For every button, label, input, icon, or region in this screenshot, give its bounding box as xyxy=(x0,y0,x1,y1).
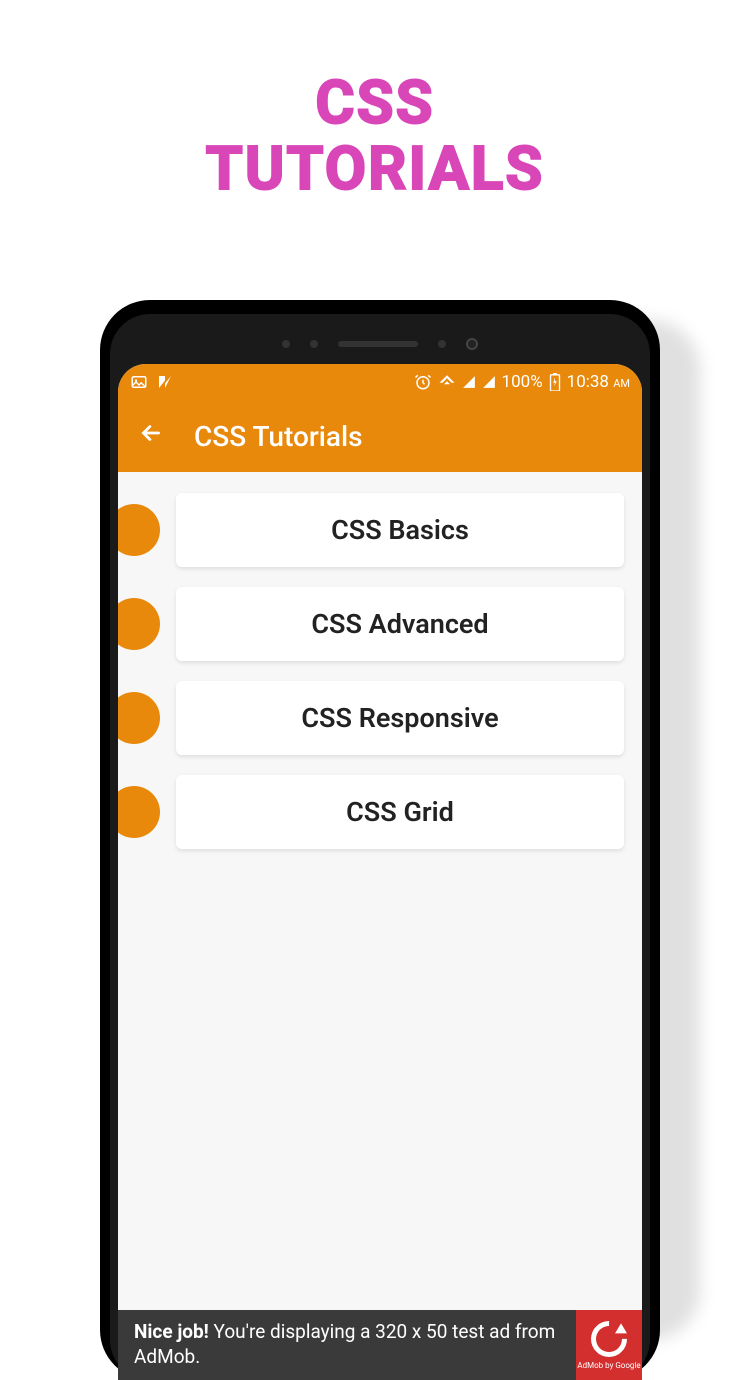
app-title: CSS Tutorials xyxy=(194,420,363,453)
alarm-icon xyxy=(414,373,432,391)
phone-frame-inner: 100% 10:38 AM CSS Tutorials CSS Basi xyxy=(110,314,650,1380)
ad-banner[interactable]: Nice job! You're displaying a 320 x 50 t… xyxy=(118,1310,642,1380)
list-item[interactable]: CSS Basics xyxy=(118,492,642,568)
phone-frame: 100% 10:38 AM CSS Tutorials CSS Basi xyxy=(100,300,660,1380)
item-bullet-icon xyxy=(118,504,160,556)
battery-charging-icon xyxy=(549,373,561,391)
admob-brand-text: AdMob by Google xyxy=(577,1361,640,1370)
ad-text: Nice job! You're displaying a 320 x 50 t… xyxy=(134,1320,576,1369)
content-area: CSS Basics CSS Advanced CSS Responsive xyxy=(118,472,642,1380)
item-card[interactable]: CSS Advanced xyxy=(176,587,624,661)
admob-logo: AdMob by Google xyxy=(576,1310,642,1380)
promo-line-2: TUTORIALS xyxy=(206,133,545,204)
promo-line-1: CSS xyxy=(315,67,434,138)
front-camera-icon xyxy=(466,338,478,350)
sensor-dot-icon xyxy=(438,340,446,348)
speaker-icon xyxy=(338,341,418,347)
status-right: 100% 10:38 AM xyxy=(414,372,630,392)
image-notification-icon xyxy=(130,373,148,391)
sensor-dot-icon xyxy=(310,340,318,348)
phone-sensor-bar xyxy=(118,324,642,364)
nougat-icon xyxy=(156,373,174,391)
ad-bold-text: Nice job! xyxy=(134,1320,209,1343)
item-bullet-icon xyxy=(118,692,160,744)
promo-title: CSS TUTORIALS xyxy=(0,0,750,242)
promo-heading: CSS TUTORIALS xyxy=(0,70,750,202)
item-card[interactable]: CSS Responsive xyxy=(176,681,624,755)
phone-screen: 100% 10:38 AM CSS Tutorials CSS Basi xyxy=(118,364,642,1380)
item-label: CSS Basics xyxy=(331,514,469,546)
item-label: CSS Responsive xyxy=(301,702,498,734)
item-card[interactable]: CSS Grid xyxy=(176,775,624,849)
list-item[interactable]: CSS Responsive xyxy=(118,680,642,756)
signal-icon xyxy=(462,375,476,389)
status-time: 10:38 AM xyxy=(567,372,630,392)
status-bar: 100% 10:38 AM xyxy=(118,364,642,400)
app-bar: CSS Tutorials xyxy=(118,400,642,472)
list-item[interactable]: CSS Grid xyxy=(118,774,642,850)
back-arrow-icon[interactable] xyxy=(138,420,164,453)
signal-icon xyxy=(482,375,496,389)
sensor-dot-icon xyxy=(282,340,290,348)
item-card[interactable]: CSS Basics xyxy=(176,493,624,567)
admob-logo-icon xyxy=(584,1313,635,1364)
battery-percent: 100% xyxy=(502,372,543,392)
item-bullet-icon xyxy=(118,598,160,650)
item-label: CSS Advanced xyxy=(311,608,488,640)
wifi-icon xyxy=(438,373,456,391)
item-bullet-icon xyxy=(118,786,160,838)
list-item[interactable]: CSS Advanced xyxy=(118,586,642,662)
item-label: CSS Grid xyxy=(346,796,454,828)
status-left xyxy=(130,373,174,391)
